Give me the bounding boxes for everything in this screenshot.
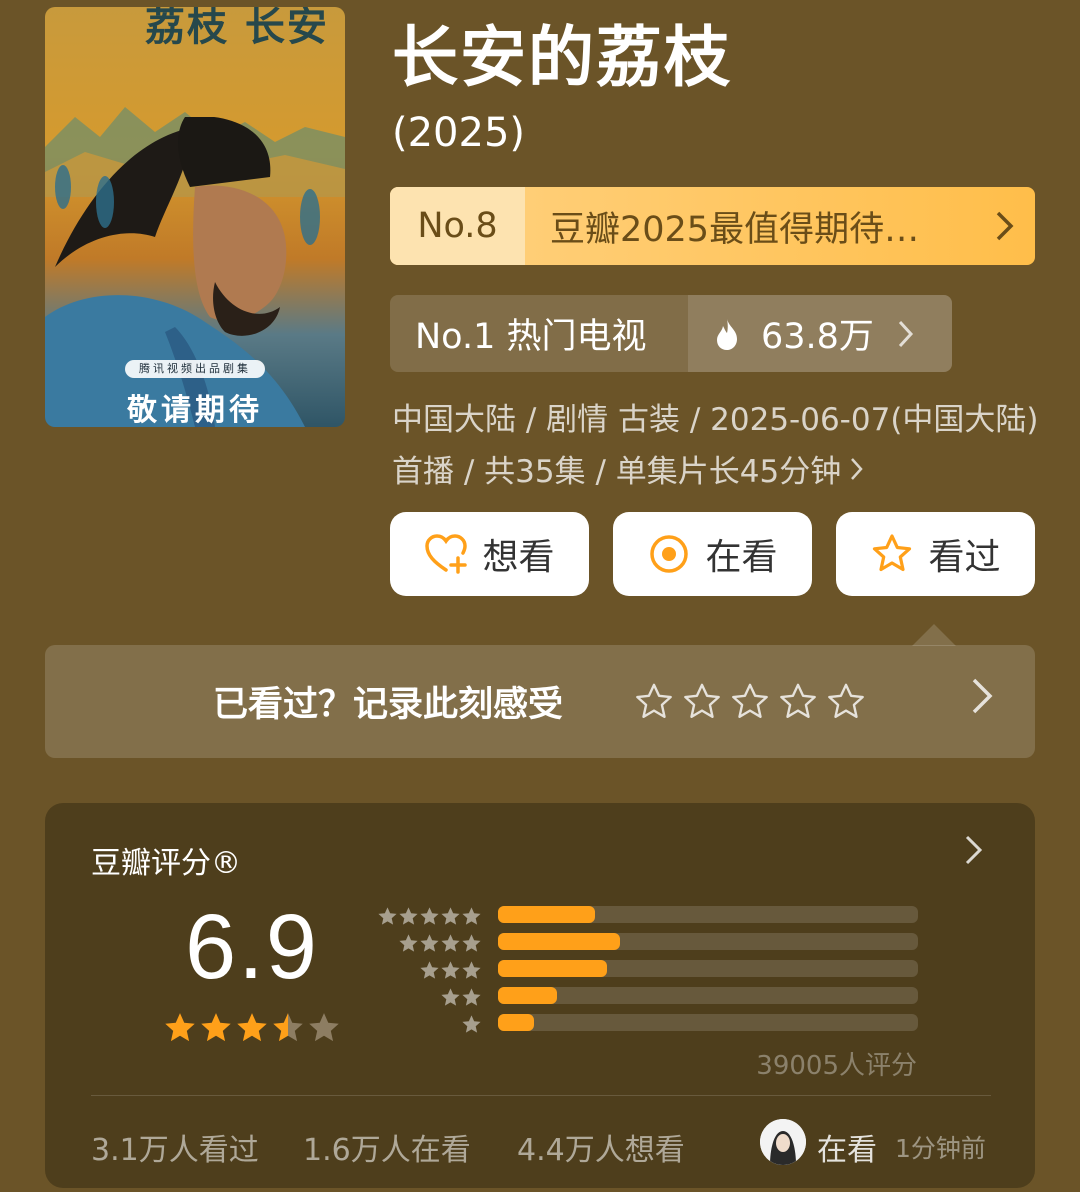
star-outline-icon[interactable] (777, 681, 819, 723)
watched-button[interactable]: 看过 (836, 512, 1035, 596)
rating-bar-row (375, 930, 920, 957)
rating-bar-track (498, 987, 918, 1004)
chevron-right-icon (849, 454, 865, 490)
rating-bar-row (375, 1011, 920, 1038)
small-star-icon (420, 907, 439, 925)
hot-tv-rank-label: No.1 热门电视 (415, 317, 647, 357)
rating-star-icon (309, 1013, 339, 1042)
page-title: 长安的荔枝 (392, 19, 732, 96)
poster-image[interactable]: 荔枝 长安 腾讯视频出品剧集 敬请期待 (45, 7, 345, 427)
target-circle-icon (650, 535, 689, 573)
stat-watched[interactable]: 3.1万人看过 (91, 1125, 259, 1169)
small-star-icon (462, 1015, 481, 1033)
star-outline-icon[interactable] (825, 681, 867, 723)
stat-watching[interactable]: 1.6万人在看 (303, 1125, 471, 1169)
small-star-icon (462, 988, 481, 1006)
rating-bar-row (375, 903, 920, 930)
douban-rating-panel[interactable]: 豆瓣评分® 6.9 39005人评分 3.1万人看过 1.6万人在看 4.4万人… (45, 803, 1035, 1188)
rating-bar-fill (498, 987, 557, 1004)
rating-bar-fill (498, 906, 595, 923)
heart-plus-icon (425, 534, 468, 574)
small-star-icon (420, 961, 439, 979)
small-star-icon (441, 961, 460, 979)
rating-distribution (375, 903, 920, 1038)
meta-text: 中国大陆 / 剧情 古装 / 2025-06-07(中国大陆)首播 / 共35集… (392, 402, 1039, 490)
poster-title-art: 荔枝 长安 (145, 7, 329, 50)
rating-bar-track (498, 1014, 918, 1031)
rating-bar-fill (498, 1014, 534, 1031)
rating-bar-fill (498, 933, 620, 950)
ranking-banner-hot-tv[interactable]: No.1 热门电视 63.8万 (390, 295, 952, 372)
record-feeling-bar[interactable]: 已看过？记录此刻感受 (45, 645, 1035, 758)
rating-count: 39005人评分 (756, 1051, 917, 1081)
small-star-icon (462, 961, 481, 979)
rating-star-icon (237, 1013, 267, 1042)
ranking-banner-anticipated[interactable]: No.8 豆瓣2025最值得期待… (390, 187, 1035, 265)
flame-icon (717, 318, 737, 350)
want-to-watch-label: 想看 (482, 537, 555, 578)
small-star-icon (420, 934, 439, 952)
star-outline-icon[interactable] (633, 681, 675, 723)
small-star-icon (399, 934, 418, 952)
bar-star-label (461, 1014, 482, 1035)
chevron-right-icon (969, 676, 995, 727)
bar-star-label (419, 960, 482, 981)
star-outline-icon[interactable] (729, 681, 771, 723)
rate-stars[interactable] (633, 681, 867, 723)
heat-indicator[interactable]: 63.8万 (688, 295, 952, 372)
rating-bar-track (498, 933, 918, 950)
record-prompt: 已看过？记录此刻感受 (213, 685, 564, 725)
rating-star-icon (165, 1013, 195, 1042)
chevron-right-icon (975, 187, 1035, 265)
star-outline-icon (873, 534, 912, 572)
small-star-icon (462, 907, 481, 925)
stat-want[interactable]: 4.4万人想看 (517, 1125, 685, 1169)
divider (91, 1095, 991, 1096)
bar-star-label (398, 933, 482, 954)
rating-bar-row (375, 984, 920, 1011)
rating-star-icon (201, 1013, 231, 1042)
show-meta-info[interactable]: 中国大陆 / 剧情 古装 / 2025-06-07(中国大陆)首播 / 共35集… (392, 394, 1040, 498)
poster-producer-badge: 腾讯视频出品剧集 (125, 360, 265, 378)
want-to-watch-button[interactable]: 想看 (390, 512, 589, 596)
bar-star-label (440, 987, 482, 1008)
small-star-icon (441, 934, 460, 952)
small-star-icon (399, 907, 418, 925)
rating-bar-fill (498, 960, 608, 977)
small-star-icon (441, 988, 460, 1006)
chevron-right-icon[interactable] (963, 833, 985, 876)
rating-bar-row (375, 957, 920, 984)
release-year: (2025) (392, 110, 526, 156)
chevron-right-icon (898, 320, 913, 347)
rating-score: 6.9 (185, 896, 319, 998)
poster-coming-soon: 敬请期待 (127, 393, 263, 427)
popover-pointer (912, 624, 956, 646)
ranking-label: 豆瓣2025最值得期待… (550, 209, 920, 250)
avatar[interactable] (760, 1119, 806, 1165)
ranking-number: No.8 (390, 187, 525, 265)
heat-value: 63.8万 (761, 317, 874, 357)
bar-star-label (377, 906, 482, 927)
watching-label: 在看 (705, 537, 778, 578)
watched-label: 看过 (928, 537, 1001, 578)
activity-status: 在看 (817, 1133, 877, 1168)
star-outline-icon[interactable] (681, 681, 723, 723)
rating-star-icon (273, 1013, 303, 1042)
small-star-icon (462, 934, 481, 952)
activity-time: 1分钟前 (895, 1134, 986, 1163)
rating-bar-track (498, 960, 918, 977)
rating-title: 豆瓣评分® (91, 846, 241, 881)
score-stars (163, 1011, 341, 1045)
small-star-icon (441, 907, 460, 925)
poster-figure (45, 117, 320, 427)
watching-button[interactable]: 在看 (613, 512, 812, 596)
small-star-icon (378, 907, 397, 925)
rating-bar-track (498, 906, 918, 923)
